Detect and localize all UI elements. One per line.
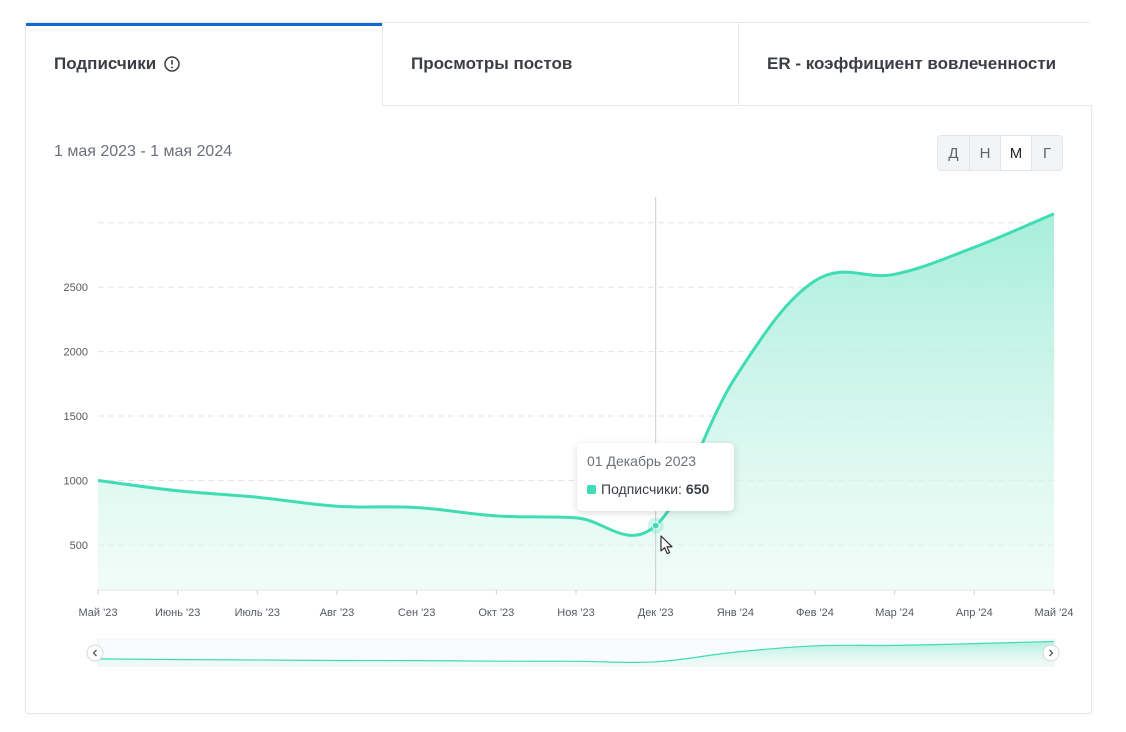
point-dot <box>651 521 660 530</box>
chevron-right-icon[interactable] <box>1042 644 1060 662</box>
y-tick-label: 500 <box>70 540 88 552</box>
x-tick-label: Окт '23 <box>478 607 514 619</box>
chevron-left-icon[interactable] <box>86 644 104 662</box>
x-axis-ticks: Май '23 Июнь '23 Июль '23 Авг '23 Сен '23 Окт… <box>79 590 1074 619</box>
tooltip-series-row: Подписчики: 650 <box>587 481 724 497</box>
y-tick-label: 1000 <box>64 475 88 487</box>
y-axis-ticks: 500 1000 1500 2000 2500 <box>64 282 88 552</box>
tooltip-series-swatch <box>587 484 596 494</box>
subscribers-chart[interactable]: 500 1000 1500 2000 2500 Май '23 Июнь '23 Июль … <box>0 0 1126 732</box>
tooltip-date: 01 Декабрь 2023 <box>587 453 697 469</box>
x-tick-label: Авг '23 <box>320 607 355 619</box>
mouse-pointer-icon <box>660 535 673 555</box>
y-tick-label: 2000 <box>64 347 88 359</box>
x-tick-label: Май '23 <box>79 607 118 619</box>
tooltip-value: 650 <box>685 481 710 497</box>
x-tick-label: Ноя '23 <box>557 607 594 619</box>
highlighted-point <box>647 517 664 534</box>
y-tick-label: 1500 <box>64 411 88 423</box>
x-tick-label: Фев '24 <box>796 607 834 619</box>
range-navigator[interactable] <box>86 638 1060 667</box>
x-tick-label: Май '24 <box>1035 607 1074 619</box>
x-tick-label: Апр '24 <box>956 607 993 619</box>
x-tick-label: Сен '23 <box>398 607 436 619</box>
tooltip-series-label: Подписчики: <box>601 481 682 497</box>
y-tick-label: 2500 <box>64 282 88 294</box>
series-subscribers <box>97 212 1055 590</box>
x-tick-label: Июнь '23 <box>155 607 200 619</box>
x-tick-label: Мар '24 <box>875 607 914 619</box>
chart-tooltip: 01 Декабрь 2023 Подписчики: 650 <box>577 443 734 511</box>
x-tick-label: Дек '23 <box>638 607 674 619</box>
x-tick-label: Янв '24 <box>717 607 754 619</box>
x-tick-label: Июль '23 <box>235 607 280 619</box>
